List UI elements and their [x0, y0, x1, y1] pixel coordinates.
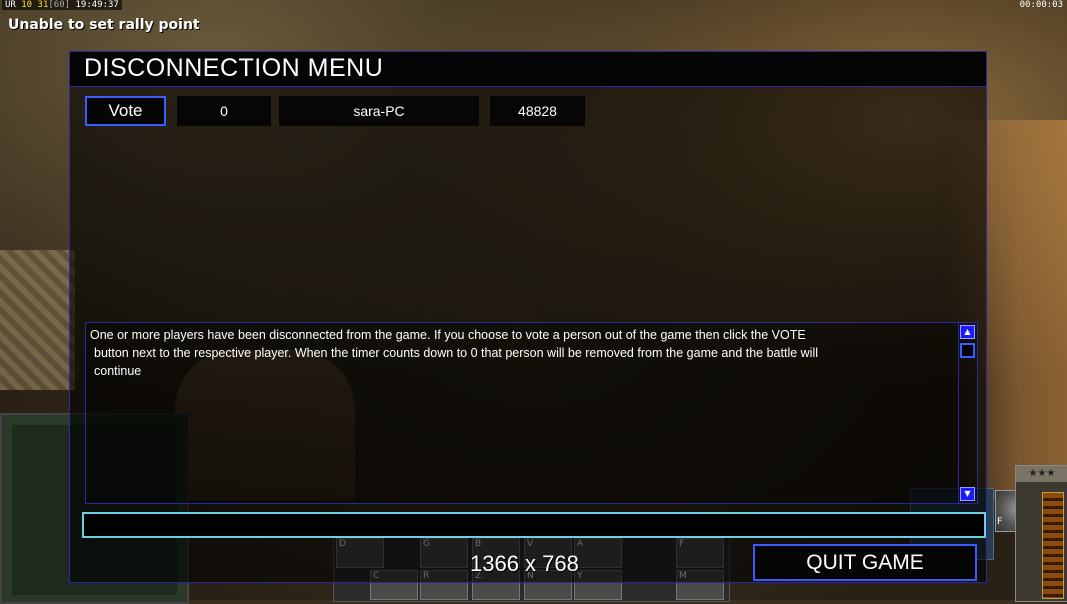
hud-stats: UR 10 31[60] 19:49:37: [2, 0, 122, 10]
scroll-down-arrow-icon[interactable]: ▼: [960, 487, 975, 501]
player-ping: 48828: [490, 96, 585, 126]
vote-count: 0: [177, 96, 271, 126]
base-structures: [0, 250, 75, 390]
message-box: One or more players have been disconnect…: [85, 322, 978, 504]
rank-stars: ★★★: [1016, 466, 1067, 482]
message-line: button next to the respective player. Wh…: [94, 346, 819, 360]
hud-prefix: UR: [5, 0, 22, 10]
quit-game-button[interactable]: QUIT GAME: [753, 544, 977, 581]
hud-value-c: [60]: [48, 0, 71, 10]
dialog-title: DISCONNECTION MENU: [84, 54, 384, 82]
hud-value-b: 31: [37, 0, 49, 10]
scroll-thumb[interactable]: [960, 343, 975, 358]
message-line: continue: [94, 364, 142, 378]
notice-message: Unable to set rally point: [8, 17, 200, 33]
rank-panel: ★★★: [1015, 465, 1067, 602]
hud-value-a: 10: [21, 0, 33, 10]
game-timer: 00:00:03: [1019, 0, 1063, 10]
message-line: One or more players have been disconnect…: [90, 328, 806, 342]
unit-hotkey-label: F: [997, 517, 1003, 527]
hud-clock: 19:49:37: [70, 0, 119, 10]
chat-input[interactable]: [82, 512, 986, 538]
disconnection-dialog: DISCONNECTION MENU Vote 0 sara-PC 48828 …: [69, 51, 987, 583]
message-text: One or more players have been disconnect…: [90, 326, 952, 380]
scroll-up-arrow-icon[interactable]: ▲: [960, 325, 975, 339]
rank-meter: [1042, 492, 1064, 599]
message-scrollbar[interactable]: ▲ ▼: [958, 323, 977, 503]
vote-button[interactable]: Vote: [85, 96, 166, 126]
resolution-overlay: 1366 x 768: [470, 551, 579, 576]
dialog-title-bar: DISCONNECTION MENU: [70, 52, 986, 87]
player-name: sara-PC: [279, 96, 479, 126]
